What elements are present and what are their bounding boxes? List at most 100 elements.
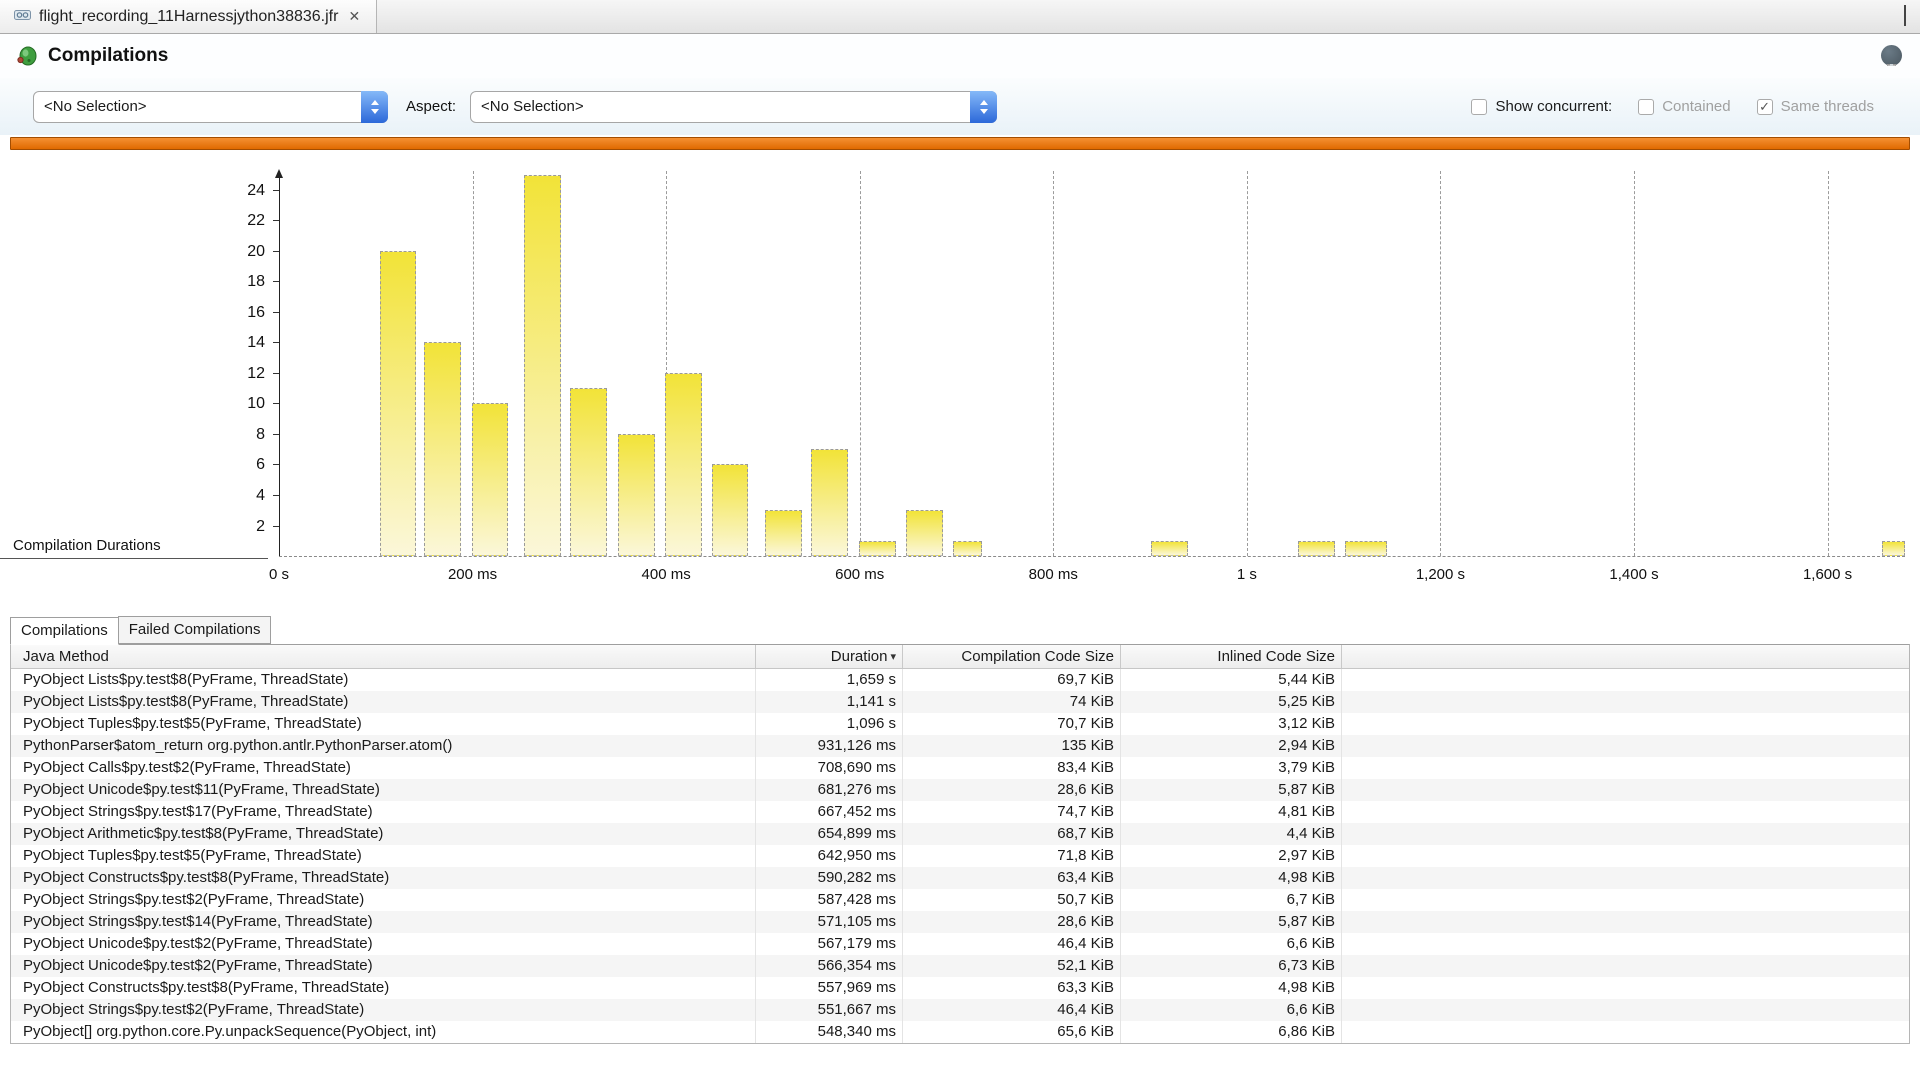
table-row[interactable]: PyObject Unicode$py.test$2(PyFrame, Thre… <box>11 933 1909 955</box>
cell-duration: 1,659 s <box>756 669 903 691</box>
table-row[interactable]: PyObject Lists$py.test$8(PyFrame, Thread… <box>11 669 1909 691</box>
maximize-button[interactable] <box>1904 8 1906 26</box>
table-tab-strip: Compilations Failed Compilations <box>10 616 1910 644</box>
column-header-java-method[interactable]: Java Method <box>11 645 756 668</box>
cell-java-method: PyObject Tuples$py.test$5(PyFrame, Threa… <box>11 845 756 867</box>
chart-bar[interactable] <box>665 373 702 556</box>
table-row[interactable]: PyObject Strings$py.test$2(PyFrame, Thre… <box>11 999 1909 1021</box>
cell-java-method: PythonParser$atom_return org.python.antl… <box>11 735 756 757</box>
editor-tab-title: flight_recording_11Harnessjython38836.jf… <box>39 8 338 26</box>
chart-bar[interactable] <box>472 403 509 556</box>
chart-bar[interactable] <box>570 388 607 556</box>
show-concurrent-checkbox[interactable] <box>1471 99 1487 115</box>
table-row[interactable]: PyObject Constructs$py.test$8(PyFrame, T… <box>11 867 1909 889</box>
sort-descending-icon: ▾ <box>890 650 896 663</box>
same-threads-label: Same threads <box>1781 98 1874 115</box>
table-row[interactable]: PyObject[] org.python.core.Py.unpackSequ… <box>11 1021 1909 1043</box>
cell-duration: 571,105 ms <box>756 911 903 933</box>
tab-failed-compilations[interactable]: Failed Compilations <box>118 616 272 644</box>
timeline-range-slider[interactable] <box>10 137 1910 150</box>
chart-gridline <box>1828 171 1829 556</box>
chart-bar[interactable] <box>1882 541 1905 556</box>
cell-duration: 551,667 ms <box>756 999 903 1021</box>
cell-compilation-code-size: 52,1 KiB <box>903 955 1121 977</box>
table-row[interactable]: PyObject Arithmetic$py.test$8(PyFrame, T… <box>11 823 1909 845</box>
chart-bar[interactable] <box>1151 541 1188 556</box>
aspect-dropdown[interactable]: <No Selection> <box>470 91 997 123</box>
cell-duration: 567,179 ms <box>756 933 903 955</box>
chart-bar[interactable] <box>1298 541 1335 556</box>
table-header-row: Java Method Duration ▾ Compilation Code … <box>11 645 1909 669</box>
table-row[interactable]: PyObject Tuples$py.test$5(PyFrame, Threa… <box>11 845 1909 867</box>
x-axis-tick-label: 400 ms <box>642 566 691 583</box>
cell-compilation-code-size: 70,7 KiB <box>903 713 1121 735</box>
cell-inlined-code-size: 4,81 KiB <box>1121 801 1342 823</box>
cell-compilation-code-size: 46,4 KiB <box>903 933 1121 955</box>
column-header-inlined-code-size[interactable]: Inlined Code Size <box>1121 645 1342 668</box>
chart-gridline <box>1247 171 1248 556</box>
table-row[interactable]: PyObject Tuples$py.test$5(PyFrame, Threa… <box>11 713 1909 735</box>
jfr-file-icon <box>14 8 31 26</box>
chart-bar[interactable] <box>859 541 896 556</box>
chart-gridline <box>1053 171 1054 556</box>
same-threads-checkbox[interactable]: ✓ <box>1757 99 1773 115</box>
x-axis-tick-label: 1 s <box>1237 566 1257 583</box>
cell-inlined-code-size: 5,25 KiB <box>1121 691 1342 713</box>
cell-java-method: PyObject Lists$py.test$8(PyFrame, Thread… <box>11 691 756 713</box>
cell-duration: 1,141 s <box>756 691 903 713</box>
cell-duration: 566,354 ms <box>756 955 903 977</box>
cell-compilation-code-size: 69,7 KiB <box>903 669 1121 691</box>
chart-bar[interactable] <box>524 175 561 556</box>
contained-checkbox[interactable] <box>1638 99 1654 115</box>
editor-tab-flight-recording[interactable]: flight_recording_11Harnessjython38836.jf… <box>0 0 377 33</box>
chart-bar[interactable] <box>424 342 461 556</box>
cell-java-method: PyObject Tuples$py.test$5(PyFrame, Threa… <box>11 713 756 735</box>
cell-java-method: PyObject Constructs$py.test$8(PyFrame, T… <box>11 977 756 999</box>
column-header-duration[interactable]: Duration ▾ <box>756 645 903 668</box>
close-tab-icon[interactable]: ✕ <box>346 8 362 25</box>
cell-duration: 557,969 ms <box>756 977 903 999</box>
cell-compilation-code-size: 71,8 KiB <box>903 845 1121 867</box>
cell-duration: 1,096 s <box>756 713 903 735</box>
chart-title: Compilation Durations <box>13 537 161 554</box>
tab-compilations[interactable]: Compilations <box>10 617 119 645</box>
controls-toolbar: <No Selection> Aspect: <No Selection> Sh… <box>0 78 1920 135</box>
table-row[interactable]: PyObject Unicode$py.test$2(PyFrame, Thre… <box>11 955 1909 977</box>
x-axis-tick-label: 1,600 s <box>1803 566 1852 583</box>
table-row[interactable]: PyObject Constructs$py.test$8(PyFrame, T… <box>11 977 1909 999</box>
collapse-section-button[interactable] <box>1881 45 1902 66</box>
chart-bar[interactable] <box>712 464 749 556</box>
table-row[interactable]: PythonParser$atom_return org.python.antl… <box>11 735 1909 757</box>
section-header: Compilations <box>0 34 1920 78</box>
chart-bar[interactable] <box>765 510 802 556</box>
table-row[interactable]: PyObject Calls$py.test$2(PyFrame, Thread… <box>11 757 1909 779</box>
chart-bar[interactable] <box>380 251 417 556</box>
table-row[interactable]: PyObject Unicode$py.test$11(PyFrame, Thr… <box>11 779 1909 801</box>
y-axis-line <box>279 177 280 556</box>
chart-plot <box>279 171 1905 557</box>
chart-bar[interactable] <box>811 449 848 556</box>
table-row[interactable]: PyObject Strings$py.test$2(PyFrame, Thre… <box>11 889 1909 911</box>
y-axis-tick-label: 12 <box>247 365 265 383</box>
contained-label: Contained <box>1662 98 1730 115</box>
chart-bar[interactable] <box>1345 541 1388 556</box>
compilation-durations-chart: Compilation Durations 246810121416182022… <box>0 150 1920 583</box>
cell-duration: 681,276 ms <box>756 779 903 801</box>
cell-java-method: PyObject Strings$py.test$2(PyFrame, Thre… <box>11 999 756 1021</box>
cell-compilation-code-size: 68,7 KiB <box>903 823 1121 845</box>
chart-bar[interactable] <box>618 434 655 556</box>
dropdown-stepper-icon <box>970 91 997 123</box>
cell-duration: 654,899 ms <box>756 823 903 845</box>
table-row[interactable]: PyObject Strings$py.test$17(PyFrame, Thr… <box>11 801 1909 823</box>
cell-java-method: PyObject Unicode$py.test$2(PyFrame, Thre… <box>11 955 756 977</box>
column-header-compilation-code-size[interactable]: Compilation Code Size <box>903 645 1121 668</box>
chart-bar[interactable] <box>906 510 943 556</box>
table-row[interactable]: PyObject Lists$py.test$8(PyFrame, Thread… <box>11 691 1909 713</box>
cell-compilation-code-size: 135 KiB <box>903 735 1121 757</box>
table-row[interactable]: PyObject Strings$py.test$14(PyFrame, Thr… <box>11 911 1909 933</box>
x-axis-tick-label: 1,400 s <box>1609 566 1658 583</box>
cell-duration: 590,282 ms <box>756 867 903 889</box>
compilations-table: Java Method Duration ▾ Compilation Code … <box>10 644 1910 1044</box>
selection-dropdown[interactable]: <No Selection> <box>33 91 388 123</box>
chart-bar[interactable] <box>953 541 982 556</box>
